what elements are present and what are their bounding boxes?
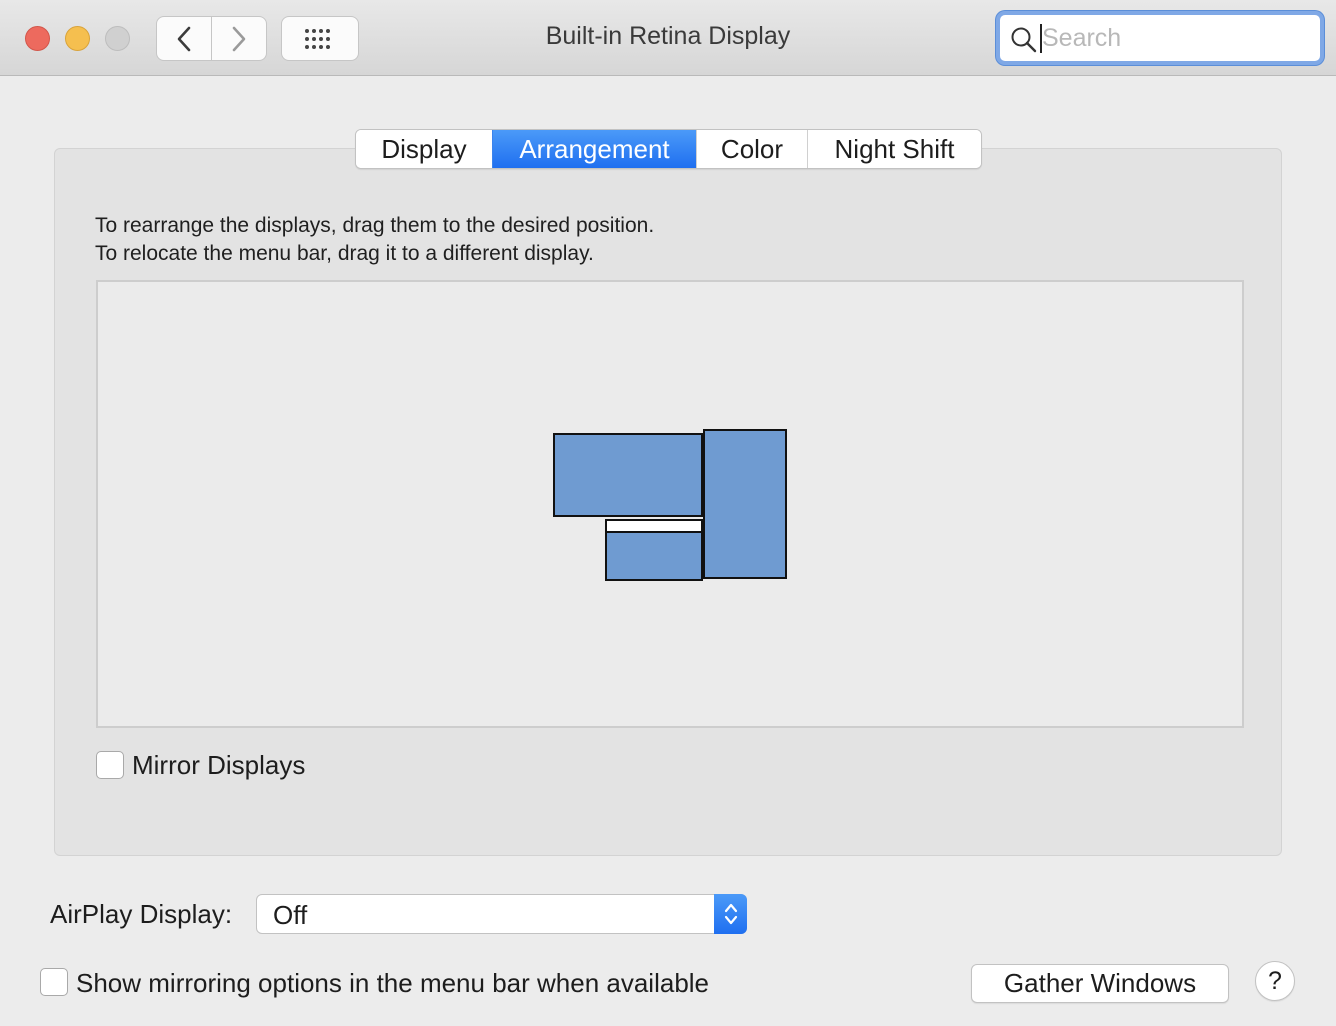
tab-night-shift[interactable]: Night Shift bbox=[807, 130, 981, 168]
tab-arrangement[interactable]: Arrangement bbox=[492, 130, 696, 168]
airplay-display-popup[interactable]: Off bbox=[256, 894, 747, 934]
display-right-portrait[interactable] bbox=[703, 429, 787, 579]
instruction-menu-bar: To relocate the menu bar, drag it to a d… bbox=[95, 242, 594, 265]
search-input[interactable] bbox=[1042, 21, 1312, 55]
gather-windows-button[interactable]: Gather Windows bbox=[971, 964, 1229, 1003]
popup-stepper bbox=[714, 894, 747, 934]
airplay-display-label: AirPlay Display: bbox=[50, 899, 233, 929]
search-icon bbox=[1011, 27, 1037, 53]
tab-color[interactable]: Color bbox=[696, 130, 807, 168]
show-mirroring-label: Show mirroring options in the menu bar w… bbox=[76, 968, 710, 998]
display-left-landscape[interactable] bbox=[553, 433, 703, 517]
help-button[interactable]: ? bbox=[1255, 961, 1295, 1001]
title-bar: Built-in Retina Display bbox=[0, 0, 1336, 76]
up-down-chevron-icon bbox=[724, 903, 737, 925]
mirror-displays-label: Mirror Displays bbox=[132, 750, 306, 780]
display-built-in[interactable] bbox=[605, 531, 703, 581]
display-arrangement-area bbox=[96, 280, 1244, 728]
airplay-selected-value: Off bbox=[273, 900, 308, 930]
search-field[interactable] bbox=[996, 11, 1324, 65]
tab-bar: Display Arrangement Color Night Shift bbox=[355, 129, 982, 169]
mirror-displays-checkbox[interactable] bbox=[96, 751, 124, 779]
instruction-rearrange: To rearrange the displays, drag them to … bbox=[95, 214, 655, 237]
tab-display[interactable]: Display bbox=[356, 130, 492, 168]
show-mirroring-checkbox[interactable] bbox=[40, 968, 68, 996]
